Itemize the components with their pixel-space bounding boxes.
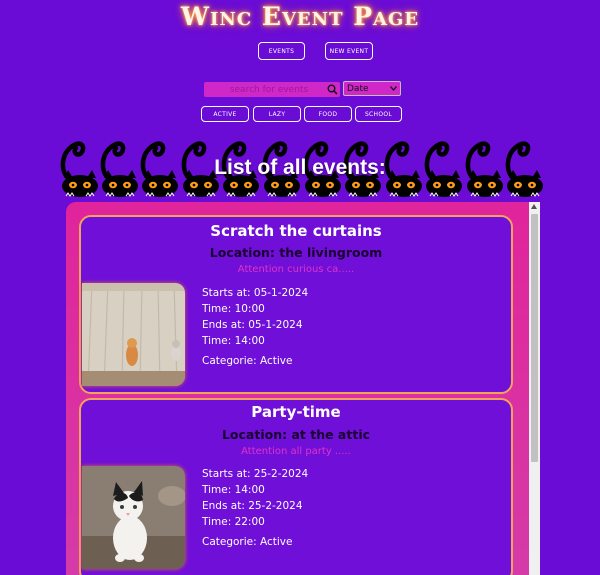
event-title: Scratch the curtains — [210, 222, 382, 240]
chevron-down-icon — [390, 84, 397, 94]
event-start-time: Time: 10:00 — [202, 303, 265, 315]
event-card[interactable]: Scratch the curtains Location: the livin… — [79, 215, 513, 394]
list-title: List of all events: — [214, 156, 386, 179]
new-event-button[interactable]: NEW EVENT — [325, 42, 373, 60]
event-category: Categorie: Active — [202, 355, 293, 367]
search-input[interactable]: search for events — [204, 82, 340, 97]
event-image — [82, 466, 185, 569]
event-title: Party-time — [251, 403, 341, 421]
event-start-date: Starts at: 25-2-2024 — [202, 468, 309, 480]
category-food-button[interactable]: FOOD — [304, 106, 352, 122]
event-description: Attention curious ca..... — [237, 264, 355, 275]
event-category: Categorie: Active — [202, 536, 293, 548]
event-description: Attention all party ..... — [241, 446, 351, 457]
event-end-time: Time: 22:00 — [202, 516, 265, 528]
category-lazy-button[interactable]: LAZY — [253, 106, 301, 122]
scroll-up-arrow-icon[interactable] — [531, 204, 537, 209]
event-start-time: Time: 14:00 — [202, 484, 265, 496]
scrollbar-thumb[interactable] — [531, 214, 538, 462]
event-start-date: Starts at: 05-1-2024 — [202, 287, 309, 299]
page-title: Winc Event Page — [180, 2, 420, 31]
event-image — [82, 283, 185, 386]
event-end-time: Time: 14:00 — [202, 335, 265, 347]
event-end-date: Ends at: 25-2-2024 — [202, 500, 303, 512]
events-list-panel: Scratch the curtains Location: the livin… — [66, 202, 529, 575]
category-school-button[interactable]: SCHOOL — [355, 106, 402, 122]
sort-selected-value: Date — [347, 83, 369, 94]
scrollbar[interactable] — [529, 202, 540, 575]
events-button[interactable]: EVENTS — [258, 42, 305, 60]
event-end-date: Ends at: 05-1-2024 — [202, 319, 303, 331]
category-active-button[interactable]: ACTIVE — [201, 106, 249, 122]
event-card[interactable]: Party-time Location: at the attic Attent… — [79, 398, 513, 575]
search-icon[interactable] — [324, 82, 340, 97]
event-details: Starts at: 05-1-2024 Time: 10:00 Ends at… — [202, 285, 308, 369]
event-location: Location: at the attic — [221, 427, 371, 442]
search-placeholder: search for events — [229, 84, 309, 95]
event-details: Starts at: 25-2-2024 Time: 14:00 Ends at… — [202, 466, 308, 550]
sort-select[interactable]: Date — [343, 81, 401, 96]
event-location: Location: the livingroom — [209, 245, 383, 260]
